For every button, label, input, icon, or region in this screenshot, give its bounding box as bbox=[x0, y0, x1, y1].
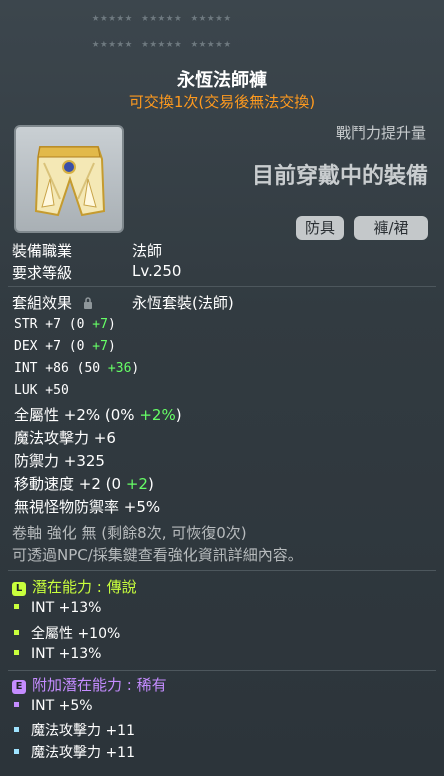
potential-line: INT +13% bbox=[14, 600, 101, 616]
potential-title-row: L 潛在能力 : 傳說 bbox=[12, 576, 137, 597]
legendary-badge-icon: L bbox=[12, 582, 26, 596]
stat-defense: 防禦力 +325 bbox=[14, 452, 105, 470]
power-increase-label: 戰鬥力提升量 bbox=[335, 124, 426, 142]
currently-wearing-label: 目前穿戴中的裝備 bbox=[251, 164, 428, 189]
job-row: 裝備職業 法師 bbox=[12, 240, 162, 261]
item-tooltip: ★★★★★ ★★★★★ ★★★★★ ★★★★★ ★★★★★ ★★★★★ 永恆法師… bbox=[0, 0, 444, 776]
lock-icon bbox=[83, 295, 93, 309]
bullet-icon bbox=[14, 650, 19, 655]
potential-line: INT +13% bbox=[14, 646, 101, 662]
stat-all: 全屬性 +2% (0% +2%) bbox=[14, 406, 182, 424]
bullet-icon bbox=[14, 727, 19, 732]
stat-magic-attack: 魔法攻擊力 +6 bbox=[14, 429, 116, 447]
starforce-row-1: ★★★★★ ★★★★★ ★★★★★ bbox=[92, 10, 232, 24]
level-value: Lv.250 bbox=[132, 262, 182, 280]
level-row: 要求等級 Lv.250 bbox=[12, 262, 181, 283]
set-value: 永恆套裝(法師) bbox=[132, 294, 234, 312]
scroll-info: 卷軸 強化 無 (剩餘8次, 可恢復0次) bbox=[12, 524, 247, 542]
stat-str: STR +7 (0 +7) bbox=[14, 317, 116, 332]
enhance-hint: 可透過NPC/採集鍵查看強化資訊詳細內容。 bbox=[12, 546, 303, 564]
bonus-potential-title-row: E 附加潛在能力 : 稀有 bbox=[12, 674, 167, 695]
bonus-potential-line: INT +5% bbox=[14, 698, 93, 714]
stat-luk: LUK +50 bbox=[14, 383, 69, 398]
potential-line: 全屬性 +10% bbox=[14, 623, 120, 643]
bullet-icon bbox=[14, 630, 19, 635]
level-label: 要求等級 bbox=[12, 264, 73, 282]
divider bbox=[8, 570, 436, 571]
stat-speed: 移動速度 +2 (0 +2) bbox=[14, 475, 154, 493]
category-tag-pants: 褲/裙 bbox=[354, 216, 428, 240]
trade-note: 可交換1次(交易後無法交換) bbox=[128, 93, 316, 111]
job-value: 法師 bbox=[132, 242, 163, 260]
bonus-potential-line: 魔法攻擊力 +11 bbox=[14, 720, 135, 740]
bullet-icon bbox=[14, 702, 19, 707]
job-label: 裝備職業 bbox=[12, 242, 73, 260]
divider bbox=[8, 670, 436, 671]
category-tag-armor: 防具 bbox=[296, 216, 344, 240]
potential-title: 潛在能力 : 傳說 bbox=[32, 578, 137, 596]
item-icon-frame bbox=[14, 125, 124, 233]
bullet-icon bbox=[14, 749, 19, 754]
stat-int: INT +86 (50 +36) bbox=[14, 361, 140, 376]
divider bbox=[8, 286, 436, 287]
item-name: 永恆法師褲 bbox=[177, 70, 267, 91]
bonus-potential-title: 附加潛在能力 : 稀有 bbox=[32, 676, 167, 694]
set-row: 套組效果 永恆套裝(法師) bbox=[12, 292, 234, 313]
pants-icon bbox=[34, 146, 106, 217]
bonus-potential-line: 魔法攻擊力 +11 bbox=[14, 742, 135, 762]
stat-ignore-defense: 無視怪物防禦率 +5% bbox=[14, 498, 161, 516]
starforce-row-2: ★★★★★ ★★★★★ ★★★★★ bbox=[92, 36, 232, 50]
set-label: 套組效果 bbox=[12, 294, 73, 312]
bullet-icon bbox=[14, 604, 19, 609]
stat-dex: DEX +7 (0 +7) bbox=[14, 339, 116, 354]
rare-badge-icon: E bbox=[12, 680, 26, 694]
